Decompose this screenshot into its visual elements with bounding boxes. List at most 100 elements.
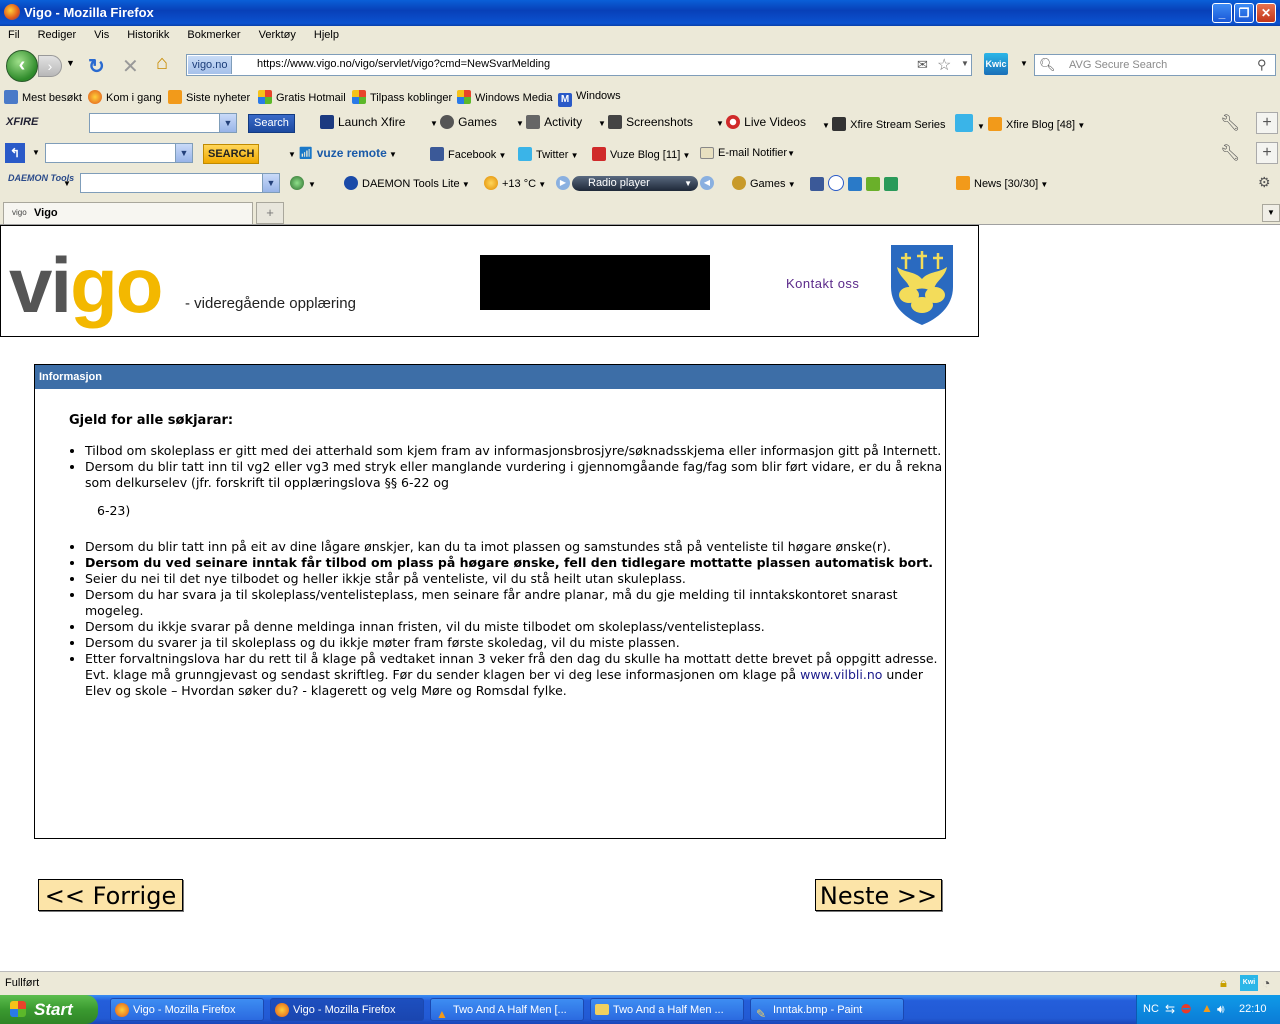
wrench-icon[interactable]: 🔧︎ xyxy=(1220,143,1240,163)
kwic-dropdown-icon[interactable]: ▼ xyxy=(1020,59,1028,68)
vigo-logo[interactable]: vigo xyxy=(9,240,163,331)
wrench-icon[interactable]: 🔧︎ xyxy=(1220,113,1240,133)
radio-volume-icon[interactable]: ◀ xyxy=(700,176,714,190)
chevron-down-icon[interactable]: ▼ xyxy=(219,114,236,132)
tab-vigo[interactable]: vigo Vigo xyxy=(3,202,253,224)
paint-icon: ✎ xyxy=(756,1007,767,1021)
forward-button[interactable]: › xyxy=(38,55,62,77)
weather-widget[interactable]: +13 °C ▼ xyxy=(484,176,546,190)
bookmark-kom-i-gang[interactable]: Kom i gang xyxy=(88,90,162,104)
start-button[interactable]: Start xyxy=(0,995,98,1024)
menu-fil[interactable]: Fil xyxy=(8,26,20,41)
daemon-item-label: DAEMON Tools Lite xyxy=(362,178,460,190)
xfire-screenshots[interactable]: ▼ Screenshots xyxy=(598,115,693,129)
menu-verktoy[interactable]: Verktøy xyxy=(259,26,296,41)
previous-button[interactable]: << Forrige xyxy=(38,879,183,911)
radio-play-icon[interactable]: ▶ xyxy=(556,176,570,190)
history-dropdown-icon[interactable]: ▼ xyxy=(66,58,75,68)
add-icon[interactable]: + xyxy=(1256,112,1278,134)
xfire-search-input[interactable]: ▼ xyxy=(89,113,237,133)
chevron-down-icon[interactable]: ▼ xyxy=(262,174,279,192)
daemon-quick-icons[interactable] xyxy=(810,175,902,191)
taskbar-item-firefox-1[interactable]: Vigo - Mozilla Firefox xyxy=(110,998,264,1021)
bookmark-gratis-hotmail[interactable]: Gratis Hotmail xyxy=(258,90,346,104)
kwic-button[interactable]: Kwic xyxy=(984,53,1008,75)
xfire-stream-series[interactable]: ▼ Xfire Stream Series xyxy=(822,117,946,131)
settings-icon[interactable]: ⚙ xyxy=(1258,174,1271,191)
home-icon[interactable]: ⌂ xyxy=(156,52,168,75)
vuze-search-input[interactable]: ▼ xyxy=(45,143,193,163)
reload-icon[interactable]: ↻ xyxy=(88,54,105,79)
vuze-email-notifier[interactable]: E-mail Notifier▼ xyxy=(700,147,795,159)
tray-pdf-icon[interactable]: ⛔︎ xyxy=(1181,1002,1191,1017)
back-button[interactable]: ‹ xyxy=(6,50,38,82)
menu-rediger[interactable]: Rediger xyxy=(38,26,77,41)
daemon-dropdown-icon[interactable]: ▼ xyxy=(63,179,71,188)
url-dropdown-icon[interactable]: ▼ xyxy=(961,59,969,68)
bookmark-mest-besokt[interactable]: Mest besøkt xyxy=(4,90,82,104)
vuze-remote[interactable]: ▼ 📶︎ vuze remote ▼ xyxy=(288,146,397,160)
menu-historikk[interactable]: Historikk xyxy=(127,26,169,41)
tray-arrow-icon[interactable]: ⇆ xyxy=(1165,1002,1175,1016)
xfire-item-label: Screenshots xyxy=(626,115,693,129)
stop-icon[interactable]: ✕ xyxy=(122,54,139,79)
xfire-launch[interactable]: Launch Xfire xyxy=(320,115,405,129)
radio-player[interactable]: Radio player ▼ xyxy=(572,176,698,191)
add-icon[interactable]: + xyxy=(1256,142,1278,164)
search-go-icon[interactable]: ⚲ xyxy=(1257,57,1267,73)
language-indicator[interactable]: NC xyxy=(1143,1003,1159,1015)
vuze-search-button[interactable]: SEARCH xyxy=(203,144,260,164)
taskbar-item-firefox-2[interactable]: Vigo - Mozilla Firefox xyxy=(270,998,424,1021)
xfire-activity[interactable]: ▼ Activity xyxy=(516,115,582,129)
site-identity-button[interactable]: vigo.no xyxy=(188,56,233,74)
kwic-status-icon[interactable]: Kwi xyxy=(1240,975,1258,991)
bookmark-windows-media[interactable]: Windows Media xyxy=(457,90,553,104)
vuze-logo-icon[interactable]: ↰ xyxy=(5,143,25,163)
vuze-blog[interactable]: Vuze Blog [11] ▼ xyxy=(592,147,690,161)
menu-vis[interactable]: Vis xyxy=(94,26,109,41)
bookmark-siste-nyheter[interactable]: Siste nyheter xyxy=(168,90,250,104)
next-button[interactable]: Neste >> xyxy=(815,879,942,911)
daemon-games[interactable]: Games ▼ xyxy=(732,176,796,190)
tab-list-dropdown-icon[interactable]: ▼ xyxy=(1262,204,1280,222)
taskbar-item-folder[interactable]: Two And a Half Men ... xyxy=(590,998,744,1021)
lock-icon[interactable]: 🔒︎ xyxy=(1220,975,1227,991)
vilbli-link[interactable]: www.vilbli.no xyxy=(800,667,882,682)
menu-hjelp[interactable]: Hjelp xyxy=(314,26,339,41)
daemon-logo[interactable]: DAEMON Tools xyxy=(8,174,74,183)
daemon-tools-lite[interactable]: DAEMON Tools Lite ▼ xyxy=(344,176,470,190)
tray-volume-icon[interactable]: 🔊︎ xyxy=(1217,1002,1225,1017)
vuze-facebook[interactable]: Facebook ▼ xyxy=(430,147,506,161)
xfire-live-videos[interactable]: ▼ Live Videos xyxy=(716,115,806,129)
bookmark-tilpass-koblinger[interactable]: Tilpass koblinger xyxy=(352,90,452,104)
chevron-down-icon[interactable]: ▼ xyxy=(175,144,192,162)
taskbar-item-paint[interactable]: ✎ Inntak.bmp - Paint xyxy=(750,998,904,1021)
mail-icon[interactable]: ✉ xyxy=(917,57,928,73)
menu-bokmerker[interactable]: Bokmerker xyxy=(187,26,240,41)
vuze-twitter[interactable]: Twitter ▼ xyxy=(518,147,579,161)
daemon-search-input[interactable]: ▼ xyxy=(80,173,280,193)
bookmark-star-icon[interactable]: ☆ xyxy=(937,55,951,75)
xfire-games[interactable]: ▼ Games xyxy=(430,115,497,129)
search-box[interactable]: 🔍︎ AVG Secure Search ⚲ xyxy=(1034,54,1276,76)
xfire-blog[interactable]: Xfire Blog [48] ▼ xyxy=(988,117,1085,131)
address-bar[interactable]: vigo.no https://www.vigo.no/vigo/servlet… xyxy=(186,54,972,76)
daemon-news[interactable]: News [30/30] ▼ xyxy=(956,176,1048,190)
contact-link[interactable]: Kontakt oss xyxy=(786,276,859,291)
daemon-search-icon[interactable]: ▼ xyxy=(290,176,316,190)
taskbar-item-vlc[interactable]: ▲ Two And A Half Men [... xyxy=(430,998,584,1021)
maximize-button[interactable]: ❐ xyxy=(1234,3,1254,23)
status-addon-icon[interactable]: ◔ xyxy=(1262,975,1270,991)
tray-vlc-icon[interactable]: ▲ xyxy=(1201,1001,1213,1015)
url-text[interactable]: https://www.vigo.no/vigo/servlet/vigo?cm… xyxy=(257,58,550,70)
new-tab-button[interactable]: + xyxy=(256,202,284,224)
xfire-logo[interactable]: XFIRE xyxy=(6,116,38,128)
minimize-button[interactable]: _ xyxy=(1212,3,1232,23)
xfire-search-button[interactable]: Search xyxy=(248,114,295,133)
bookmark-label: Siste nyheter xyxy=(186,92,251,104)
bookmark-windows[interactable]: M Windows xyxy=(558,90,621,107)
search-engine-icon[interactable]: 🔍︎ xyxy=(1039,57,1056,73)
twitter-button[interactable]: ▼ xyxy=(955,114,985,132)
close-button[interactable]: ✕ xyxy=(1256,3,1276,23)
vuze-logo-dropdown-icon[interactable]: ▼ xyxy=(32,148,40,157)
